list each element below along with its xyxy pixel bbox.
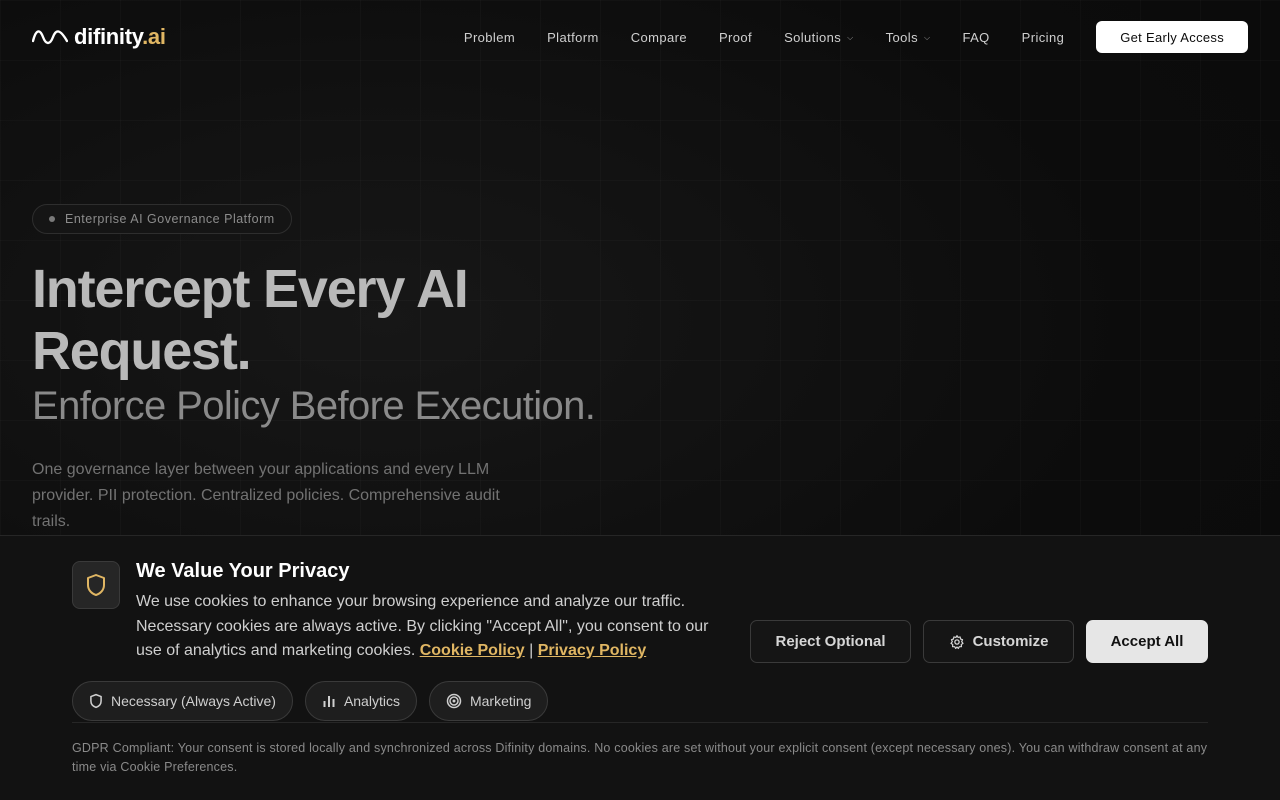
nav-link-pricing[interactable]: Pricing: [1022, 30, 1065, 45]
chip-necessary[interactable]: Necessary (Always Active): [72, 681, 293, 721]
badge-text: Enterprise AI Governance Platform: [65, 212, 275, 226]
logo-text: difinity.ai: [74, 24, 166, 50]
cookie-policy-link[interactable]: Cookie Policy: [420, 642, 525, 659]
nav-link-tools[interactable]: Tools ⌵: [886, 30, 931, 45]
chip-analytics-label: Analytics: [343, 693, 400, 709]
privacy-policy-link[interactable]: Privacy Policy: [538, 642, 647, 659]
hero-title-line2: Request.: [32, 321, 252, 381]
logo-name: difinity: [74, 24, 143, 49]
nav-link-compare[interactable]: Compare: [631, 30, 687, 45]
hero-badge: Enterprise AI Governance Platform: [32, 204, 292, 234]
wave-logo-icon: [32, 30, 68, 45]
chevron-down-icon: ⌵: [923, 33, 931, 42]
chip-marketing[interactable]: Marketing: [428, 681, 549, 721]
shield-icon: [87, 574, 105, 596]
cookie-title: We Value Your Privacy: [136, 560, 350, 582]
hero-description: One governance layer between your applic…: [32, 461, 500, 530]
top-nav: difinity.ai Problem Platform Compare Pro…: [0, 0, 1280, 74]
page: difinity.ai Problem Platform Compare Pro…: [0, 0, 1280, 800]
cookie-banner: We Value Your Privacy We use cookies to …: [0, 535, 1280, 800]
chevron-down-icon: ⌵: [847, 33, 854, 42]
chip-marketing-label: Marketing: [469, 693, 532, 709]
nav-links: Problem Platform Compare Proof Solutions…: [464, 30, 1064, 45]
hero-title: Intercept Every AI Request.: [32, 258, 652, 382]
chip-analytics[interactable]: Analytics: [304, 681, 417, 721]
shield-small-icon: [90, 693, 102, 709]
get-early-access-button[interactable]: Get Early Access: [1096, 21, 1248, 53]
cookie-category-chips: Necessary (Always Active) Analytics Mark…: [72, 681, 549, 721]
nav-link-tools-label: Tools: [885, 29, 918, 45]
cookie-text: We use cookies to enhance your browsing …: [136, 590, 716, 664]
chip-necessary-label: Necessary (Always Active): [111, 693, 276, 709]
reject-optional-button[interactable]: Reject Optional: [750, 620, 911, 663]
nav-link-solutions[interactable]: Solutions ⌵: [784, 30, 854, 45]
badge-dot-icon: [49, 216, 55, 222]
nav-link-solutions-label: Solutions: [784, 29, 842, 45]
shield-icon-box: [72, 561, 120, 609]
logo[interactable]: difinity.ai: [32, 24, 166, 50]
nav-link-platform[interactable]: Platform: [547, 30, 599, 45]
nav-link-faq[interactable]: FAQ: [962, 30, 989, 45]
nav-link-problem[interactable]: Problem: [464, 30, 515, 45]
nav-link-proof[interactable]: Proof: [719, 30, 752, 45]
gdpr-notice: GDPR Compliant: Your consent is stored l…: [72, 741, 1208, 774]
bar-chart-icon: [323, 696, 335, 707]
gear-icon: [949, 634, 964, 649]
customize-button[interactable]: Customize: [923, 620, 1074, 663]
accept-all-button[interactable]: Accept All: [1086, 620, 1208, 663]
logo-suffix: .ai: [142, 24, 166, 49]
hero-title-line1: Intercept Every AI: [32, 259, 469, 319]
target-icon: [446, 693, 462, 709]
hero-subtitle: Enforce Policy Before Execution.: [32, 384, 596, 428]
divider: [72, 722, 1208, 723]
customize-label: Customize: [972, 633, 1049, 650]
link-separator: |: [529, 642, 534, 659]
